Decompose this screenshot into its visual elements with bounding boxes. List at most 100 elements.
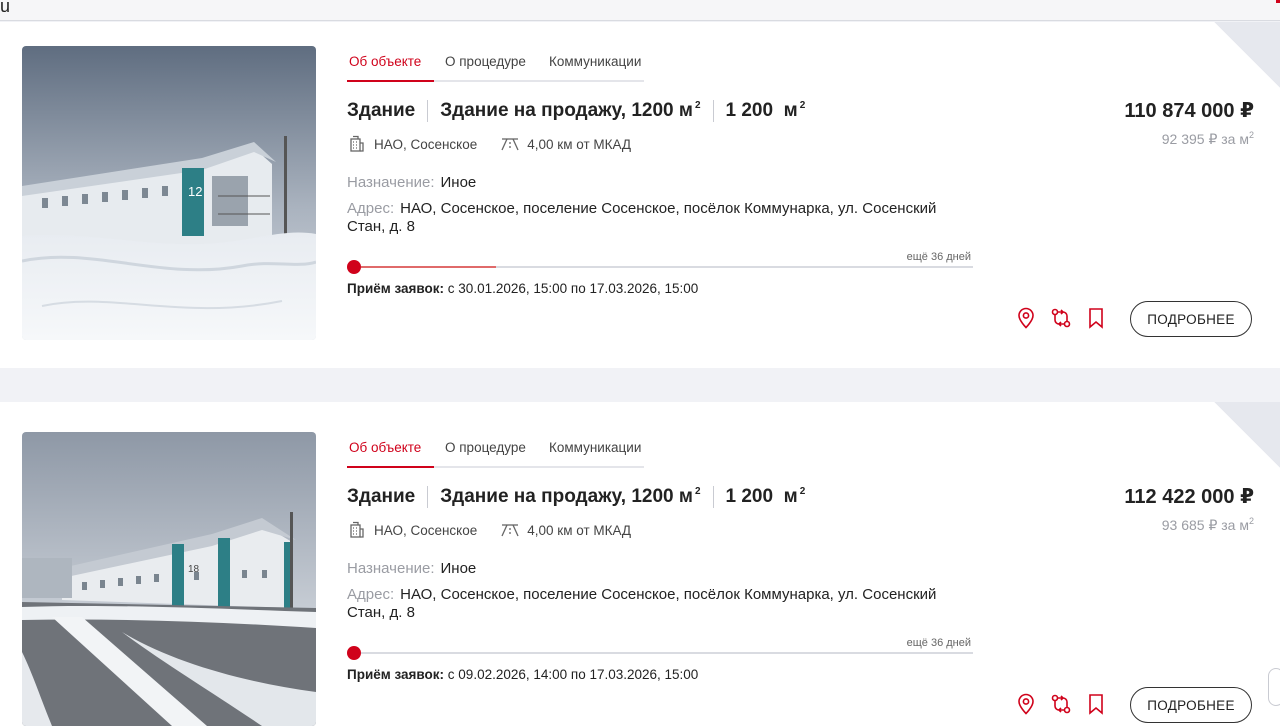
object-type: Здание [347,486,416,507]
purpose-label: Назначение: [347,174,435,191]
object-area: 1 200 м2 [726,100,806,122]
listing-actions [1014,306,1119,330]
browser-top-strip: u [0,0,1280,21]
area-sup: 2 [799,100,806,111]
object-area: 1 200 м2 [726,486,806,508]
price-per-sqm-sup: 2 [1248,516,1254,526]
active-tab-underline [347,80,434,82]
tab-about-object[interactable]: Об объекте [349,440,421,455]
intake-progress: ещё 36 дней [347,250,973,274]
purpose-field: Назначение: Иное [347,174,476,192]
days-left: ещё 36 дней [906,637,971,649]
distance-text: 4,00 км от МКАД [527,522,632,538]
price-per-sqm: 92 395 ₽ за м2 [1162,130,1254,148]
object-name[interactable]: Здание на продажу, 1200 м2 [440,100,700,122]
card-corner-decoration [1214,22,1280,88]
object-name-sup: 2 [694,100,701,111]
title-divider [427,100,429,122]
listing-price: 110 874 000 ₽ [1124,100,1254,122]
object-name-text: Здание на продажу, 1200 м [440,486,693,507]
show-on-map-button[interactable] [1014,692,1038,716]
area-value: 1 200 [725,486,774,507]
location-text: НАО, Сосенское [374,136,478,152]
card-corner-decoration [1214,402,1280,468]
listing-price: 112 422 000 ₽ [1124,486,1254,508]
svg-text:12: 12 [188,184,202,199]
progress-track [361,652,973,654]
object-name[interactable]: Здание на продажу, 1200 м2 [440,486,700,508]
route-icon [1051,308,1071,328]
intake-value: с 09.02.2026, 14:00 по 17.03.2026, 15:00 [447,667,699,682]
area-unit: м [783,486,798,507]
location-text: НАО, Сосенское [374,522,478,538]
price-per-sqm-text: 92 395 ₽ за м [1161,131,1249,147]
bookmark-icon [1089,694,1103,715]
route-button[interactable] [1049,306,1073,330]
show-on-map-button[interactable] [1014,306,1038,330]
listing-title: Здание Здание на продажу, 1200 м2 1 200 … [347,98,805,124]
intake-period: Приём заявок: с 30.01.2026, 15:00 по 17.… [347,281,698,296]
progress-track [361,266,973,268]
intake-progress: ещё 36 дней [347,636,973,660]
object-type: Здание [347,100,416,121]
side-scroll-handle[interactable] [1268,668,1280,706]
listing-photo[interactable]: 18 [22,432,316,726]
tab-about-procedure[interactable]: О процедуре [445,440,526,455]
price-per-sqm-sup: 2 [1248,130,1254,140]
progress-dot [347,260,361,274]
bookmark-button[interactable] [1084,692,1108,716]
distance-text: 4,00 км от МКАД [527,136,632,152]
bookmark-button[interactable] [1084,306,1108,330]
area-sup: 2 [799,486,806,497]
object-name-sup: 2 [694,486,701,497]
tab-communications[interactable]: Коммуникации [549,440,641,455]
route-button[interactable] [1049,692,1073,716]
top-red-mark [1276,0,1280,3]
bookmark-icon [1089,308,1103,329]
price-per-sqm-text: 93 685 ₽ за м [1161,517,1249,533]
map-pin-icon [1018,307,1034,329]
price-per-sqm: 93 685 ₽ за м2 [1162,516,1254,534]
road-icon [501,138,519,151]
listing-card: 12 Об объекте О процедуре Коммуникации З… [0,22,1280,368]
object-name-text: Здание на продажу, 1200 м [440,100,693,121]
address-label: Адрес: [347,586,395,603]
building-icon [350,521,364,538]
listing-meta: НАО, Сосенское 4,00 км от МКАД [348,134,631,154]
road-icon [501,524,519,537]
progress-dot [347,646,361,660]
purpose-value: Иное [440,560,477,577]
address-field: Адрес: НАО, Сосенское, поселение Сосенско… [347,200,977,236]
intake-value: с 30.01.2026, 15:00 по 17.03.2026, 15:00 [447,281,699,296]
details-button[interactable]: ПОДРОБНЕЕ [1130,687,1252,723]
address-value: НАО, Сосенское, поселение Сосенское, пос… [347,586,937,621]
top-text-fragment: u [0,0,11,16]
title-divider [712,100,714,122]
progress-fill [361,266,496,268]
area-unit: м [783,100,798,121]
route-icon [1051,694,1071,714]
listing-title: Здание Здание на продажу, 1200 м2 1 200 … [347,484,805,510]
address-field: Адрес: НАО, Сосенское, поселение Сосенско… [347,586,977,622]
building-icon [350,135,364,152]
tab-communications[interactable]: Коммуникации [549,54,641,69]
listing-tabs: Об объекте О процедуре Коммуникации [347,52,644,82]
purpose-field: Назначение: Иное [347,560,476,578]
intake-label: Приём заявок: [347,281,445,296]
tab-about-object[interactable]: Об объекте [349,54,421,69]
listing-tabs: Об объекте О процедуре Коммуникации [347,438,644,468]
intake-period: Приём заявок: с 09.02.2026, 14:00 по 17.… [347,667,698,682]
title-divider [712,486,714,508]
map-pin-icon [1018,693,1034,715]
tab-about-procedure[interactable]: О процедуре [445,54,526,69]
area-value: 1 200 [725,100,774,121]
purpose-label: Назначение: [347,560,435,577]
details-button[interactable]: ПОДРОБНЕЕ [1130,301,1252,337]
intake-label: Приём заявок: [347,667,445,682]
listing-photo[interactable]: 12 [22,46,316,340]
listing-meta: НАО, Сосенское 4,00 км от МКАД [348,520,631,540]
listing-actions [1014,692,1119,716]
days-left: ещё 36 дней [906,251,971,263]
title-divider [427,486,429,508]
active-tab-underline [347,466,434,468]
